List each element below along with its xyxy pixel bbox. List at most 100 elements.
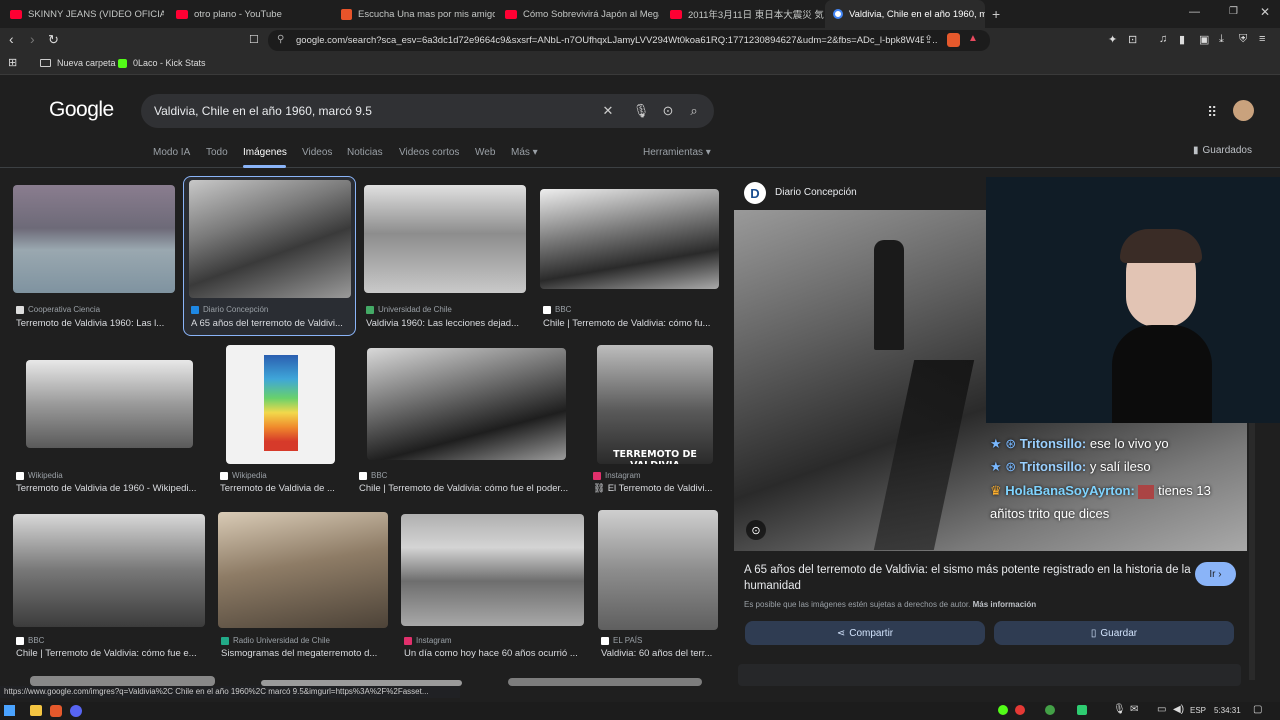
tab-noticias[interactable]: Noticias — [347, 147, 383, 158]
bookmark-folder[interactable]: Nueva carpeta — [40, 58, 116, 68]
wallet-icon[interactable]: ▣ — [1199, 33, 1209, 46]
network-icon[interactable]: ▭ — [1157, 704, 1166, 715]
notification-icon[interactable]: ✉ — [1130, 704, 1138, 715]
tray-icon[interactable] — [1045, 705, 1055, 715]
bookmark-item[interactable]: 0Laco - Kick Stats — [118, 58, 206, 68]
google-logo[interactable]: Google — [49, 98, 114, 122]
result-thumbnail[interactable] — [30, 676, 215, 686]
result-thumbnail[interactable] — [367, 348, 566, 460]
browser-tab[interactable]: 2011年3月11日 東日本大震災 気仙沼 — [662, 0, 824, 28]
volume-icon[interactable]: ◀) — [1173, 704, 1184, 715]
menu-icon[interactable]: ≡ — [1259, 33, 1265, 45]
result-title[interactable]: ⛓ El Terremoto de Valdivi... — [593, 483, 715, 494]
lens-icon[interactable]: ⊙ — [656, 94, 680, 128]
new-tab-icon[interactable]: + — [992, 6, 1000, 22]
result-source: Cooperativa Ciencia — [16, 305, 100, 314]
result-title[interactable]: Valdivia 1960: Las lecciones dejad... — [366, 318, 526, 329]
tab-mas[interactable]: Más ▾ — [511, 147, 538, 158]
clock[interactable]: 5:34:31 — [1214, 706, 1241, 715]
microphone-icon[interactable]: 🎙 — [1113, 704, 1126, 715]
action-center-icon[interactable]: ▢ — [1253, 704, 1262, 715]
result-thumbnail[interactable] — [540, 189, 719, 289]
result-thumbnail[interactable]: TERREMOTO DE VALDIVIA — [597, 345, 713, 464]
tab-videos[interactable]: Videos — [302, 147, 332, 158]
result-title[interactable]: Chile | Terremoto de Valdivia: cómo fu..… — [543, 318, 718, 329]
result-title[interactable]: Valdivia: 60 años del terr... — [601, 648, 719, 659]
result-thumbnail[interactable] — [508, 678, 702, 686]
microphone-icon[interactable]: 🎙 — [629, 94, 653, 128]
result-thumbnail[interactable] — [364, 185, 526, 293]
brave-icon[interactable] — [50, 705, 62, 717]
reload-icon[interactable]: ↻ — [48, 32, 59, 48]
tab-todo[interactable]: Todo — [206, 147, 228, 158]
more-info-link[interactable]: Más información — [973, 600, 1037, 609]
restore-icon[interactable]: ❐ — [1229, 6, 1238, 17]
brave-rewards-icon[interactable]: ▲ — [968, 33, 978, 44]
result-title[interactable]: Sismogramas del megaterremoto d... — [221, 648, 386, 659]
result-title[interactable]: Terremoto de Valdivia 1960: Las l... — [16, 318, 174, 329]
vpn-icon[interactable]: ⛨ — [1239, 33, 1247, 46]
forward-icon[interactable]: › — [30, 31, 35, 47]
browser-tab-active[interactable]: Valdivia, Chile en el año 1960, m ✕ — [825, 0, 985, 28]
result-thumbnail[interactable] — [13, 185, 175, 293]
result-title[interactable]: Un día como hoy hace 60 años ocurrió ... — [404, 648, 584, 659]
browser-tab[interactable]: Cómo Sobrevivirá Japón al Megaterr — [497, 0, 659, 28]
chat-username: Tritonsillo: — [1019, 459, 1087, 474]
back-icon[interactable]: ‹ — [9, 31, 14, 47]
apps-grid-icon[interactable]: ⊞ — [8, 56, 17, 69]
result-thumbnail[interactable] — [189, 180, 351, 298]
publisher-name[interactable]: Diario Concepción — [775, 187, 857, 198]
tab-imagenes[interactable]: Imágenes — [243, 147, 287, 158]
tools-button[interactable]: Herramientas ▾ — [643, 147, 711, 158]
brave-shield-icon[interactable] — [947, 33, 960, 47]
preview-title[interactable]: A 65 años del terremoto de Valdivia: el … — [744, 562, 1192, 594]
lens-search-icon[interactable]: ⊙ — [746, 520, 766, 540]
tab-search-icon[interactable]: ⊡ — [1128, 33, 1137, 46]
taskbar: 🎙 ✉ ▭ ◀) ESP 5:34:31 ▢ — [0, 702, 1280, 720]
result-thumbnail[interactable] — [26, 360, 193, 448]
bookmark-icon[interactable]: ☐ — [249, 33, 259, 46]
clear-icon[interactable]: ✕ — [596, 94, 620, 128]
download-icon[interactable]: ⤓ — [1219, 33, 1224, 46]
browser-tab[interactable]: Escucha Una mas por mis amigos. Pr — [333, 0, 495, 28]
share-button[interactable]: ⋖ Compartir — [745, 621, 985, 645]
result-thumbnail[interactable] — [13, 514, 205, 627]
result-thumbnail[interactable] — [598, 510, 718, 630]
search-input[interactable]: Valdivia, Chile en el año 1960, marcó 9.… — [154, 104, 372, 118]
site-info-icon[interactable]: ⚲ — [277, 34, 284, 45]
sidebar-icon[interactable]: ▮ — [1179, 33, 1185, 46]
search-icon[interactable]: ⌕ — [682, 94, 706, 128]
tab-videos-cortos[interactable]: Videos cortos — [399, 147, 459, 158]
tray-icon[interactable] — [1077, 705, 1087, 715]
browser-tab[interactable]: SKINNY JEANS (VIDEO OFICIAL) - Yo — [2, 0, 164, 28]
extensions-icon[interactable]: ✦ — [1108, 33, 1117, 46]
tab-web[interactable]: Web — [475, 147, 495, 158]
result-source: Instagram — [404, 636, 452, 645]
windows-start-icon[interactable] — [4, 705, 15, 716]
language-indicator[interactable]: ESP — [1190, 706, 1206, 715]
media-icon[interactable]: ♫ — [1159, 33, 1167, 45]
source-label: BBC — [555, 305, 572, 314]
close-window-icon[interactable]: ✕ — [1260, 5, 1270, 19]
result-title[interactable]: A 65 años del terremoto de Valdivi... — [191, 318, 351, 329]
tray-icon[interactable] — [1015, 705, 1025, 715]
result-title[interactable]: Chile | Terremoto de Valdivia: cómo fue … — [16, 648, 204, 659]
share-page-icon[interactable]: ⇪ — [924, 33, 934, 46]
address-bar[interactable]: ⚲ google.com/search?sca_esv=6a3dc1d72e96… — [268, 30, 990, 51]
result-thumbnail[interactable] — [226, 345, 335, 464]
discord-icon[interactable] — [70, 705, 82, 717]
search-box[interactable]: Valdivia, Chile en el año 1960, marcó 9.… — [141, 94, 714, 128]
tab-modo-ia[interactable]: Modo IA — [153, 147, 190, 158]
result-title[interactable]: Chile | Terremoto de Valdivia: cómo fue … — [359, 483, 579, 494]
save-button[interactable]: ▯ Guardar — [994, 621, 1234, 645]
tray-icon[interactable] — [998, 705, 1008, 715]
visit-button[interactable]: Ir › — [1195, 562, 1236, 586]
result-title[interactable]: Terremoto de Valdivia de ... — [220, 483, 344, 494]
file-explorer-icon[interactable] — [30, 705, 42, 716]
result-thumbnail[interactable] — [218, 512, 388, 628]
result-title[interactable]: Terremoto de Valdivia de 1960 - Wikipedi… — [16, 483, 202, 494]
source-favicon — [16, 471, 24, 480]
browser-tab[interactable]: otro plano - YouTube — [168, 0, 330, 28]
result-thumbnail[interactable] — [401, 514, 584, 626]
minimize-icon[interactable]: — — [1189, 6, 1200, 18]
